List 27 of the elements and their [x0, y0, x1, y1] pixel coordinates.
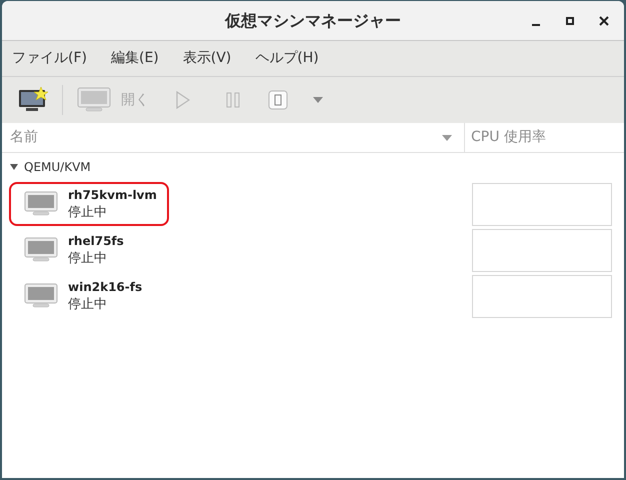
vm-status: 停止中: [68, 250, 108, 268]
power-switch-icon: [268, 90, 288, 110]
caret-icon: [312, 96, 324, 104]
vm-item[interactable]: win2k16-fs 停止中: [9, 274, 169, 318]
monitor-icon: [77, 87, 111, 113]
sort-caret-icon: [442, 134, 452, 140]
window-title: 仮想マシンマネージャー: [225, 10, 401, 32]
vm-name: win2k16-fs: [68, 279, 142, 296]
vm-item[interactable]: rh75kvm-lvm 停止中: [9, 182, 169, 226]
group-label: QEMU/KVM: [24, 159, 91, 176]
menu-item[interactable]: ヘルプ(H): [251, 45, 323, 72]
vm-name: rh75kvm-lvm: [68, 187, 157, 204]
monitor-icon: [24, 191, 58, 217]
vm-name: rhel75fs: [68, 233, 124, 250]
vm-status: 停止中: [68, 204, 108, 222]
monitor-icon: [24, 237, 58, 263]
expander-icon[interactable]: [10, 163, 18, 171]
monitor-icon: [24, 283, 58, 309]
close-icon: [599, 16, 609, 26]
menu-item[interactable]: ファイル(F): [8, 45, 91, 72]
monitor-star-icon: [18, 87, 48, 113]
play-icon: [176, 91, 190, 109]
menu-item[interactable]: 表示(V): [178, 45, 236, 72]
vm-status: 停止中: [68, 296, 108, 314]
menu-item[interactable]: 編集(E): [106, 45, 163, 72]
pause-icon: [226, 92, 240, 108]
vm-item[interactable]: rhel75fs 停止中: [9, 228, 169, 272]
